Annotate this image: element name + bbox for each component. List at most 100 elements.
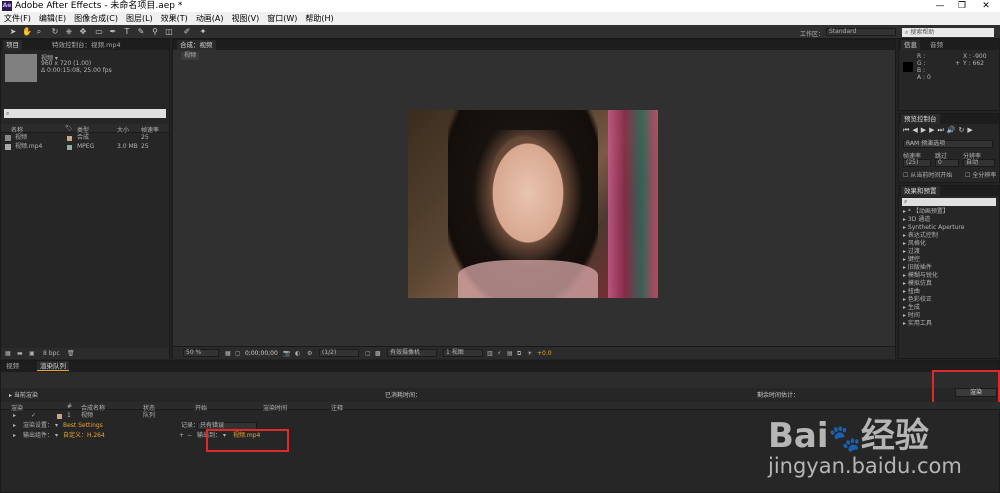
- effects-item[interactable]: ▸ 键控: [903, 256, 920, 264]
- effects-item[interactable]: ▸ Synthetic Aperture: [903, 224, 964, 232]
- frame-rate-select[interactable]: (25): [903, 159, 931, 167]
- project-row[interactable]: 视频 合成 25: [1, 134, 169, 142]
- fast-preview-icon[interactable]: ⚡: [497, 350, 501, 357]
- bpc-label[interactable]: 8 bpc: [43, 350, 60, 357]
- from-current-checkbox[interactable]: ☐ 从当前时间开始: [903, 170, 952, 179]
- color-icon[interactable]: ⚙: [307, 350, 312, 357]
- project-row[interactable]: 视频.mp4 MPEG 3.0 MB 25: [1, 143, 169, 151]
- column-size[interactable]: 大小: [117, 125, 129, 134]
- rotate-tool-icon[interactable]: ↻: [50, 27, 60, 37]
- timeline-icon[interactable]: ▤: [507, 350, 513, 357]
- column-comment[interactable]: 注释: [331, 403, 343, 412]
- dropdown-arrow-icon[interactable]: ▾: [55, 432, 58, 440]
- selection-tool-icon[interactable]: ➤: [8, 27, 18, 37]
- tab-preview[interactable]: 预览控制台: [901, 114, 940, 124]
- column-index[interactable]: #: [67, 403, 72, 410]
- flowchart-icon[interactable]: ⧉: [517, 350, 521, 358]
- output-module-value[interactable]: 自定义：H.264: [63, 432, 105, 440]
- view-select[interactable]: 1 视图: [443, 349, 483, 357]
- workspace-select[interactable]: Standard: [826, 28, 896, 36]
- menu-effect[interactable]: 效果(T): [157, 13, 192, 24]
- rectangle-tool-icon[interactable]: ▭: [94, 27, 104, 37]
- menu-edit[interactable]: 编辑(E): [35, 13, 70, 24]
- effects-item[interactable]: ▸ 模糊与锐化: [903, 272, 938, 280]
- effects-item[interactable]: ▸ 扭曲: [903, 288, 920, 296]
- pan-behind-tool-icon[interactable]: ✥: [78, 27, 88, 37]
- delete-icon[interactable]: 🗑: [67, 350, 75, 357]
- effects-item[interactable]: ▸ 色彩校正: [903, 296, 932, 304]
- tab-render-queue[interactable]: 渲染队列: [37, 361, 69, 371]
- pen-tool-icon[interactable]: ✒: [108, 27, 118, 37]
- zoom-select[interactable]: 50 %: [183, 349, 219, 357]
- column-comp-name[interactable]: 合成名称: [81, 403, 105, 412]
- camera-select[interactable]: 有效摄像机: [387, 349, 437, 357]
- maximize-button[interactable]: ❐: [952, 0, 972, 12]
- timecode[interactable]: 0;00;00;00: [245, 350, 278, 357]
- tab-info[interactable]: 信息: [901, 40, 920, 50]
- render-settings-value[interactable]: Best Settings: [63, 422, 103, 430]
- camera-tool-icon[interactable]: ⎈: [64, 27, 74, 37]
- prev-frame-icon[interactable]: ◀: [912, 126, 920, 134]
- menu-composition[interactable]: 图像合成(C): [70, 13, 122, 24]
- tab-composition[interactable]: 合成：视频: [177, 40, 216, 50]
- resolution-select[interactable]: (1/2): [319, 349, 359, 357]
- transparency-icon[interactable]: ▩: [375, 350, 381, 357]
- tab-project[interactable]: 项目: [3, 40, 22, 50]
- tab-audio[interactable]: 音频: [927, 40, 946, 50]
- column-fps[interactable]: 帧速率: [141, 125, 159, 134]
- ram-preview-icon[interactable]: ▶: [967, 126, 975, 134]
- hand-tool-icon[interactable]: ✋: [22, 27, 32, 37]
- resolution-select[interactable]: 自动: [963, 159, 995, 167]
- menu-animation[interactable]: 动画(A): [192, 13, 228, 24]
- puppet-tool-icon[interactable]: ✦: [198, 27, 208, 37]
- minimize-button[interactable]: —: [930, 0, 950, 12]
- text-tool-icon[interactable]: T: [122, 27, 132, 37]
- effects-item[interactable]: ▸ 旧版插件: [903, 264, 932, 272]
- grid-icon[interactable]: ▦: [225, 350, 231, 357]
- eraser-tool-icon[interactable]: ◫: [164, 27, 174, 37]
- comp-sub-tab[interactable]: 视频: [181, 52, 200, 60]
- effects-search-input[interactable]: ⌕: [902, 198, 996, 206]
- zoom-tool-icon[interactable]: ⌕: [34, 27, 44, 37]
- snapshot-icon[interactable]: 📷: [283, 350, 290, 357]
- column-type[interactable]: 类型: [77, 125, 89, 134]
- column-start[interactable]: 开始: [195, 403, 207, 412]
- render-checkbox[interactable]: ✓: [31, 412, 36, 420]
- clone-tool-icon[interactable]: ⚲: [150, 27, 160, 37]
- column-render-time[interactable]: 渲染时间: [263, 403, 287, 412]
- expand-icon[interactable]: ▸: [13, 422, 16, 430]
- region-icon[interactable]: ▢: [365, 350, 371, 357]
- effects-item[interactable]: ▸ 风格化: [903, 240, 926, 248]
- audio-icon[interactable]: 🔊: [947, 126, 959, 134]
- play-icon[interactable]: ▶: [921, 126, 929, 134]
- effects-item[interactable]: ▸ 时间: [903, 312, 920, 320]
- last-frame-icon[interactable]: ⏭: [937, 126, 946, 134]
- effects-item[interactable]: ▸ * 【动画预置】: [903, 208, 949, 216]
- add-output-icon[interactable]: +: [179, 432, 184, 440]
- menu-file[interactable]: 文件(F): [0, 13, 35, 24]
- new-comp-icon[interactable]: ▣: [29, 350, 35, 357]
- first-frame-icon[interactable]: ⏮: [903, 126, 912, 134]
- dropdown-arrow-icon[interactable]: ▾: [55, 422, 58, 430]
- tab-effects-presets[interactable]: 效果和预置: [901, 186, 940, 196]
- mask-icon[interactable]: ▢: [235, 350, 241, 357]
- close-button[interactable]: ✕: [976, 0, 996, 12]
- ram-options-select[interactable]: RAM 预演选项: [903, 140, 993, 148]
- layout-icon[interactable]: ▥: [487, 350, 493, 357]
- column-status[interactable]: 状态: [143, 403, 155, 412]
- tab-timeline-video[interactable]: 视频: [3, 361, 22, 371]
- skip-input[interactable]: 0: [935, 159, 959, 167]
- menu-help[interactable]: 帮助(H): [301, 13, 337, 24]
- effects-item[interactable]: ▸ 过渡: [903, 248, 920, 256]
- brush-tool-icon[interactable]: ✎: [136, 27, 146, 37]
- menu-window[interactable]: 窗口(W): [263, 13, 301, 24]
- interpret-footage-icon[interactable]: ▦: [5, 350, 11, 357]
- menu-view[interactable]: 视图(V): [228, 13, 264, 24]
- column-name[interactable]: 名称: [11, 125, 23, 134]
- effects-item[interactable]: ▸ 生成: [903, 304, 920, 312]
- expand-icon[interactable]: ▸: [13, 412, 16, 420]
- expand-icon[interactable]: ▸: [13, 432, 16, 440]
- effects-item[interactable]: ▸ 表达式控制: [903, 232, 938, 240]
- new-folder-icon[interactable]: ▬: [17, 350, 23, 357]
- menu-layer[interactable]: 图层(L): [122, 13, 157, 24]
